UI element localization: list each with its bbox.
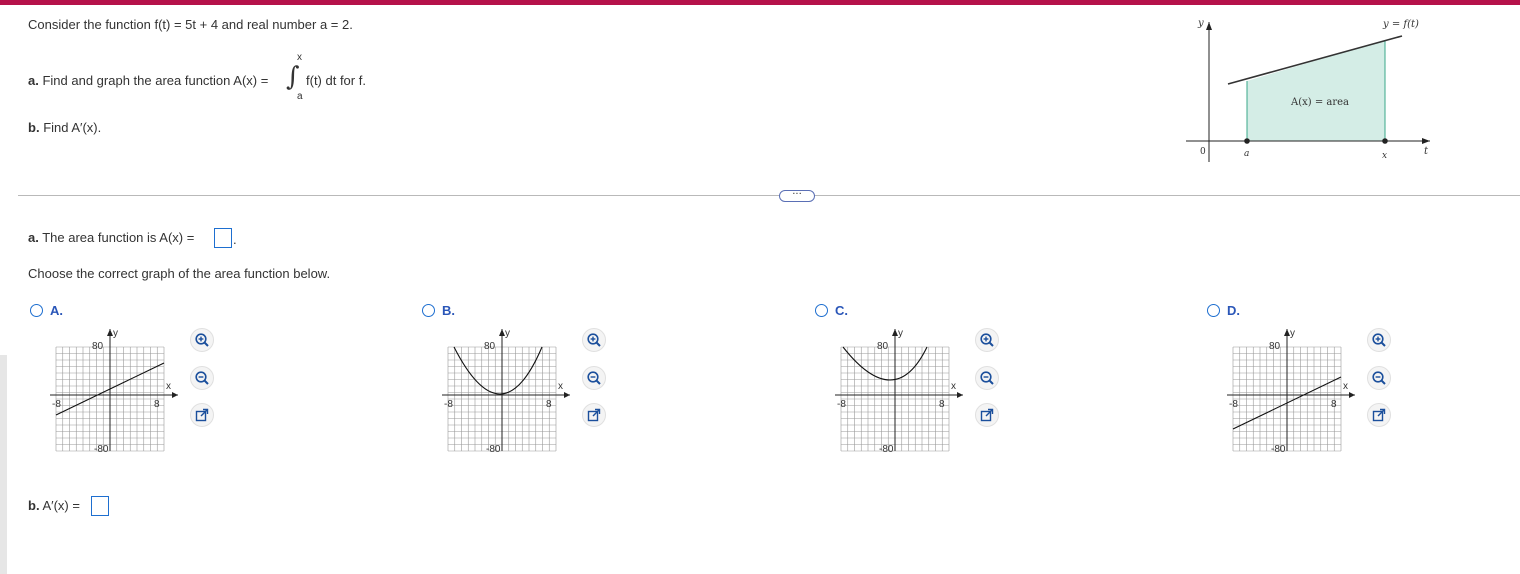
fig-area-label: A(x) = area — [1290, 97, 1349, 108]
answer-b-prefix: b. — [28, 498, 40, 513]
option-b-zoom-in-button[interactable] — [582, 328, 606, 352]
zoom-in-icon — [1372, 333, 1386, 347]
fig-y-label: y — [1197, 18, 1204, 29]
option-d-x-label: x — [1343, 381, 1348, 392]
zoom-in-icon — [980, 333, 994, 347]
option-a-open-external-button[interactable] — [190, 403, 214, 427]
option-c-xtick-right: 8 — [939, 399, 945, 410]
option-c-ytick-bottom: -80 — [879, 444, 894, 455]
option-b-x-label: x — [558, 381, 563, 392]
option-d-open-external-button[interactable] — [1367, 403, 1391, 427]
part-a-text: Find and graph the area function A(x) = — [42, 73, 269, 88]
part-b-prefix: b. — [28, 120, 40, 135]
answer-a-prefix: a. — [28, 230, 39, 245]
option-d-ytick-top: 80 — [1269, 341, 1281, 352]
option-b-xtick-left: -8 — [444, 399, 453, 410]
section-divider — [18, 195, 1520, 196]
part-b-text: Find A′(x). — [43, 120, 102, 135]
option-c-x-label: x — [951, 381, 956, 392]
open-external-icon — [587, 408, 601, 422]
option-a-radio[interactable] — [30, 304, 43, 317]
zoom-out-icon — [587, 371, 601, 385]
option-b-ytick-top: 80 — [484, 341, 496, 352]
integral-sign: ∫ — [286, 62, 300, 92]
option-a-ytick-top: 80 — [92, 341, 104, 352]
open-external-icon — [1372, 408, 1386, 422]
integral-lower-limit: a — [297, 91, 303, 102]
choose-instruction: Choose the correct graph of the area fun… — [28, 266, 331, 281]
derivative-input[interactable] — [91, 496, 109, 516]
fig-curve-label: y = f(t) — [1382, 19, 1419, 30]
area-function-figure: y t 0 a x y = f(t) A(x) = area — [1186, 18, 1430, 162]
integral-body: f(t) dt for f. — [306, 73, 366, 88]
option-c-zoom-out-button[interactable] — [975, 366, 999, 390]
area-function-input[interactable] — [214, 228, 232, 248]
zoom-out-icon — [195, 371, 209, 385]
fig-origin-label: 0 — [1200, 147, 1206, 157]
option-a-graph: y x 80 -80 -8 8 — [50, 328, 178, 455]
option-a-label[interactable]: A. — [50, 303, 63, 318]
fig-a-label: a — [1244, 149, 1249, 159]
option-c-radio[interactable] — [815, 304, 828, 317]
answer-b-text: A′(x) = — [42, 498, 80, 513]
fig-x-label: x — [1382, 151, 1387, 161]
zoom-in-icon — [195, 333, 209, 347]
zoom-out-icon — [1372, 371, 1386, 385]
option-a-x-label: x — [166, 381, 171, 392]
option-b-graph: y x 80 -80 -8 8 — [442, 328, 570, 455]
option-d-graph: y x 80 -80 -8 8 — [1227, 328, 1355, 455]
expand-more-button[interactable]: ··· — [779, 190, 815, 202]
option-a-xtick-right: 8 — [154, 399, 160, 410]
option-d-zoom-out-button[interactable] — [1367, 366, 1391, 390]
option-b-label[interactable]: B. — [442, 303, 455, 318]
option-a-zoom-in-button[interactable] — [190, 328, 214, 352]
answer-a: a. The area function is A(x) = — [28, 230, 194, 245]
option-d-radio[interactable] — [1207, 304, 1220, 317]
part-b-question: b. Find A′(x). — [28, 120, 101, 135]
scrollbar[interactable] — [0, 355, 7, 574]
zoom-out-icon — [980, 371, 994, 385]
option-b-radio[interactable] — [422, 304, 435, 317]
shaded-area — [1247, 40, 1385, 141]
option-a-xtick-left: -8 — [52, 399, 61, 410]
option-b-zoom-out-button[interactable] — [582, 366, 606, 390]
option-b-open-external-button[interactable] — [582, 403, 606, 427]
top-accent-bar — [0, 0, 1520, 5]
option-d-zoom-in-button[interactable] — [1367, 328, 1391, 352]
answer-a-text: The area function is A(x) = — [42, 230, 195, 245]
option-d-y-label: y — [1290, 328, 1295, 339]
option-d-ytick-bottom: -80 — [1271, 444, 1286, 455]
option-d-xtick-left: -8 — [1229, 399, 1238, 410]
option-a-y-label: y — [113, 328, 118, 339]
option-a-zoom-out-button[interactable] — [190, 366, 214, 390]
option-c-y-label: y — [898, 328, 903, 339]
zoom-in-icon — [587, 333, 601, 347]
open-external-icon — [980, 408, 994, 422]
open-external-icon — [195, 408, 209, 422]
part-a-prefix: a. — [28, 73, 39, 88]
option-b-y-label: y — [505, 328, 510, 339]
option-c-xtick-left: -8 — [837, 399, 846, 410]
option-c-zoom-in-button[interactable] — [975, 328, 999, 352]
option-a-ytick-bottom: -80 — [94, 444, 109, 455]
part-a-question: a. Find and graph the area function A(x)… — [28, 73, 268, 88]
option-b-ytick-bottom: -80 — [486, 444, 501, 455]
option-d-label[interactable]: D. — [1227, 303, 1240, 318]
fig-t-label: t — [1424, 146, 1429, 157]
option-d-xtick-right: 8 — [1331, 399, 1337, 410]
problem-statement: Consider the function f(t) = 5t + 4 and … — [28, 17, 353, 32]
option-c-graph: y x 80 -80 -8 8 — [835, 328, 963, 455]
option-c-open-external-button[interactable] — [975, 403, 999, 427]
answer-b: b. A′(x) = — [28, 498, 80, 513]
option-c-ytick-top: 80 — [877, 341, 889, 352]
option-b-xtick-right: 8 — [546, 399, 552, 410]
answer-a-period: . — [233, 232, 237, 247]
option-c-label[interactable]: C. — [835, 303, 848, 318]
